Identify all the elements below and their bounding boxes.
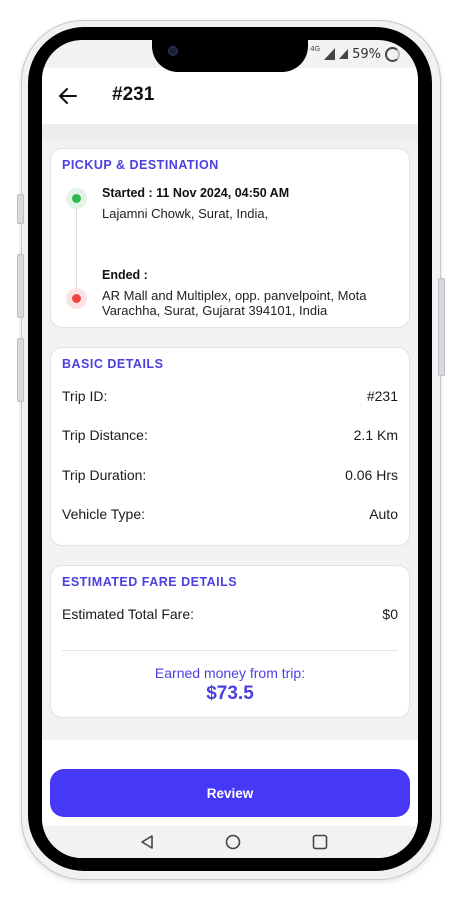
pickup-destination-card: PICKUP & DESTINATION Started : 11 Nov 20…: [50, 148, 410, 328]
system-nav-bar: [42, 826, 418, 858]
start-label: Started : 11 Nov 2024, 04:50 AM: [102, 186, 290, 200]
signal-icon: [339, 49, 349, 59]
end-address: AR Mall and Multiplex, opp. panvelpoint,…: [102, 288, 367, 318]
battery-icon: [385, 46, 400, 62]
screen: 4G 59% #231 PICKUP & DESTINATION Started…: [42, 40, 418, 858]
nav-back-icon[interactable]: [138, 834, 156, 850]
divider: [42, 124, 418, 140]
review-button[interactable]: Review: [50, 769, 410, 817]
back-arrow-icon[interactable]: [58, 86, 78, 106]
page-title: #231: [112, 84, 155, 105]
battery-percent: 59%: [352, 46, 381, 62]
front-camera: [168, 46, 178, 56]
earned-label: Earned money from trip:: [154, 665, 306, 681]
detail-value: #231: [366, 388, 398, 404]
detail-row-vehicle: Vehicle Type: Auto: [62, 506, 398, 522]
end-label: Ended :: [102, 268, 148, 282]
detail-value: 2.1 Km: [353, 427, 398, 443]
detail-row-distance: Trip Distance: 2.1 Km: [62, 427, 398, 443]
fare-row: Estimated Total Fare: $0: [62, 606, 398, 622]
detail-value: 0.06 Hrs: [345, 467, 398, 483]
card-heading: BASIC DETAILS: [62, 357, 164, 371]
end-location-dot: [72, 294, 81, 303]
detail-label: Vehicle Type:: [62, 506, 146, 522]
fare-divider: [62, 650, 398, 651]
card-heading: ESTIMATED FARE DETAILS: [62, 575, 238, 589]
basic-details-card: BASIC DETAILS Trip ID: #231 Trip Distanc…: [50, 347, 410, 546]
nav-recents-icon[interactable]: [311, 834, 329, 850]
signal-icon: [324, 48, 336, 60]
card-heading: PICKUP & DESTINATION: [62, 158, 219, 172]
detail-label: Trip ID:: [62, 388, 108, 404]
trip-details: PICKUP & DESTINATION Started : 11 Nov 20…: [42, 140, 418, 740]
route-line: [76, 199, 77, 299]
volume-up-button: [17, 254, 24, 318]
detail-value: Auto: [369, 506, 398, 522]
notch: [152, 40, 308, 72]
power-button: [438, 278, 445, 376]
start-address: Lajamni Chowk, Surat, India,: [102, 206, 269, 221]
fare-value: $0: [382, 606, 398, 622]
detail-row-duration: Trip Duration: 0.06 Hrs: [62, 467, 398, 483]
app-bar: #231: [42, 68, 418, 124]
nav-home-icon[interactable]: [224, 834, 242, 850]
detail-label: Trip Distance:: [62, 427, 148, 443]
network-type: 4G: [310, 45, 321, 53]
side-button: [17, 194, 24, 224]
detail-label: Trip Duration:: [62, 467, 147, 483]
status-bar: 4G 59%: [310, 45, 400, 62]
volume-down-button: [17, 338, 24, 402]
fare-details-card: ESTIMATED FARE DETAILS Estimated Total F…: [50, 565, 410, 718]
detail-row-trip-id: Trip ID: #231: [62, 388, 398, 404]
start-location-dot: [72, 194, 81, 203]
earned-amount: $73.5: [206, 683, 254, 704]
fare-label: Estimated Total Fare:: [62, 606, 195, 622]
